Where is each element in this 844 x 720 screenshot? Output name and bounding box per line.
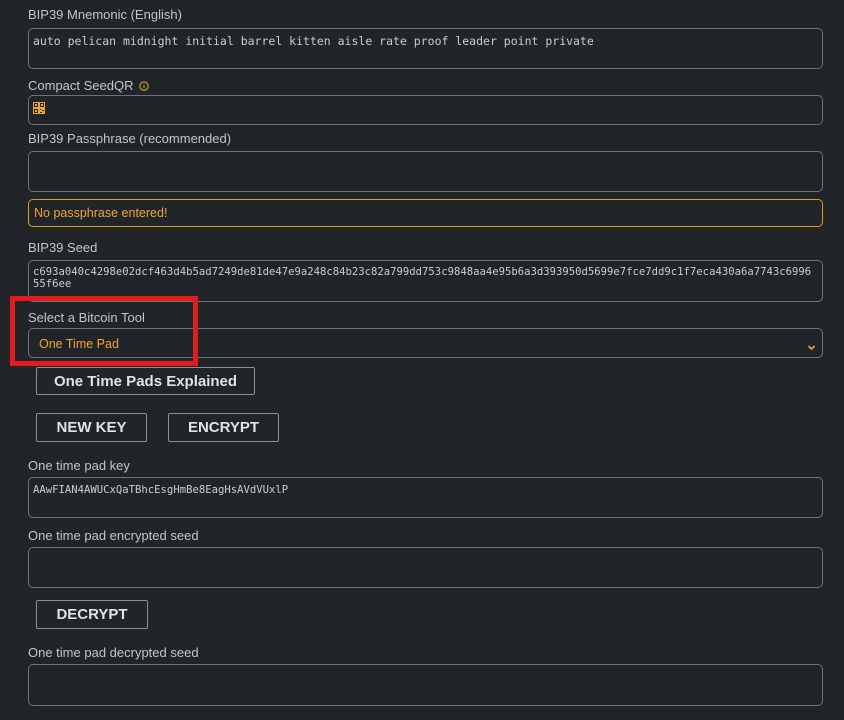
- highlight-box: [10, 296, 198, 366]
- chevron-down-icon: [807, 339, 816, 357]
- encrypt-button[interactable]: ENCRYPT: [168, 413, 279, 442]
- passphrase-input[interactable]: [28, 151, 823, 192]
- mnemonic-textarea[interactable]: auto pelican midnight initial barrel kit…: [28, 28, 823, 69]
- otp-key-value: AAwFIAN4AWUCxQaTBhcEsgHmBe8EagHsAVdVUxlP: [33, 484, 289, 496]
- otp-key-textarea[interactable]: AAwFIAN4AWUCxQaTBhcEsgHmBe8EagHsAVdVUxlP: [28, 477, 823, 518]
- seed-value: c693a040c4298e02dcf463d4b5ad7249de81de47…: [33, 266, 812, 290]
- seed-label: BIP39 Seed: [28, 240, 98, 255]
- new-key-button[interactable]: NEW KEY: [36, 413, 147, 442]
- compact-seedqr-field[interactable]: [28, 95, 823, 125]
- otp-key-label: One time pad key: [28, 458, 130, 473]
- compact-seedqr-label-text: Compact SeedQR: [28, 78, 134, 93]
- qr-code-icon[interactable]: [33, 101, 45, 119]
- otp-encrypted-label: One time pad encrypted seed: [28, 528, 199, 543]
- decrypt-button[interactable]: DECRYPT: [36, 600, 148, 629]
- mnemonic-value: auto pelican midnight initial barrel kit…: [33, 34, 594, 48]
- passphrase-label: BIP39 Passphrase (recommended): [28, 131, 232, 146]
- passphrase-warning-text: No passphrase entered!: [34, 206, 168, 220]
- mnemonic-label: BIP39 Mnemonic (English): [28, 7, 182, 22]
- otp-decrypted-textarea[interactable]: [28, 664, 823, 706]
- passphrase-warning: No passphrase entered!: [28, 199, 823, 227]
- info-circle-icon[interactable]: [139, 79, 149, 94]
- compact-seedqr-label: Compact SeedQR: [28, 78, 149, 94]
- otp-decrypted-label: One time pad decrypted seed: [28, 645, 199, 660]
- one-time-pads-explained-button[interactable]: One Time Pads Explained: [36, 367, 255, 395]
- otp-encrypted-textarea[interactable]: [28, 547, 823, 588]
